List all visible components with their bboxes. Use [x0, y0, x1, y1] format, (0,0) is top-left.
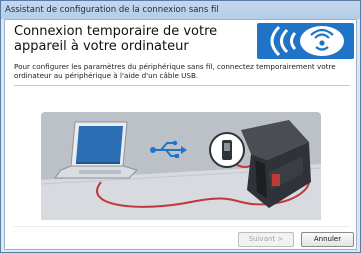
cancel-button[interactable]: Annuler [301, 232, 354, 247]
instruction-text: Pour configurer les paramètres du périph… [14, 62, 336, 80]
wizard-window: Assistant de configuration de la connexi… [0, 0, 361, 253]
next-button[interactable]: Suivant > [238, 232, 294, 247]
wireless-logo-icon [270, 25, 344, 57]
wireless-banner [257, 23, 354, 59]
connection-illustration [40, 112, 322, 220]
wizard-header: Connexion temporaire de votre appareil à… [5, 20, 356, 62]
wizard-client-area: Connexion temporaire de votre appareil à… [4, 19, 357, 250]
window-title: Assistant de configuration de la connexi… [1, 1, 360, 19]
footer-divider [14, 226, 350, 227]
divider [14, 85, 350, 86]
page-title: Connexion temporaire de votre appareil à… [14, 24, 218, 54]
